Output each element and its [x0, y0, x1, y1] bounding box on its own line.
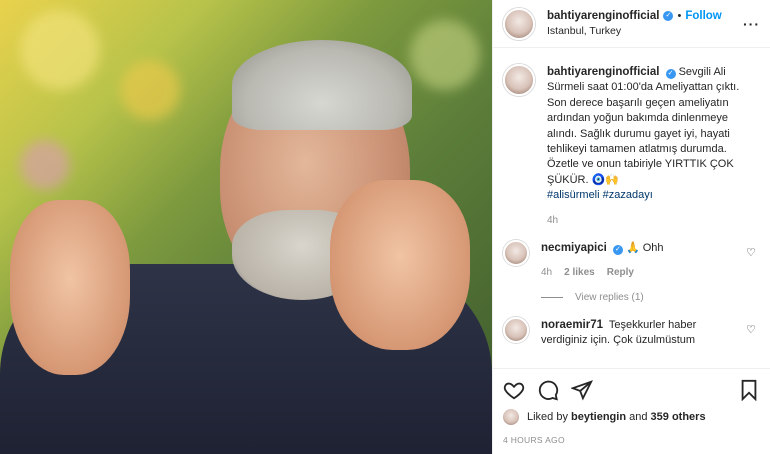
more-options-icon[interactable]: ··· — [743, 16, 760, 32]
caption-username[interactable]: bahtiyarenginofficial — [547, 66, 659, 78]
post-actions: Liked by beytiengin and 359 others 4 HOU… — [493, 368, 770, 454]
bokeh-light — [410, 20, 480, 90]
bokeh-light — [20, 10, 100, 90]
verified-badge-icon: ✓ — [665, 69, 676, 79]
post-location[interactable]: Istanbul, Turkey — [547, 24, 722, 38]
follow-button[interactable]: Follow — [685, 9, 721, 25]
commenter-username[interactable]: necmiyapici — [541, 242, 607, 254]
caption: bahtiyarenginofficial ✓ Sevgili Ali Sürm… — [503, 64, 760, 228]
liked-by-prefix: Liked by — [527, 411, 568, 423]
post-timestamp[interactable]: 4 HOURS AGO — [503, 435, 760, 445]
liked-by-row: Liked by beytiengin and 359 others — [503, 409, 760, 425]
author-username[interactable]: bahtiyarenginofficial — [547, 9, 659, 25]
liked-by-user[interactable]: beytiengin — [571, 411, 626, 423]
comment-item: necmiyapici ✓ 🙏 Ohh 4h 2 likes Reply ♡ — [503, 239, 760, 280]
liked-by-others[interactable]: 359 others — [651, 411, 706, 423]
reply-line — [541, 296, 563, 298]
verified-badge-icon: ✓ — [663, 11, 674, 22]
person-left-hand — [10, 200, 130, 375]
comment-item: noraemir71 Teşekkurler haber verdiginiz … — [503, 316, 760, 349]
reply-button[interactable]: Reply — [607, 266, 634, 280]
caption-author-avatar[interactable] — [503, 64, 535, 96]
post-side-panel: bahtiyarenginofficial ✓ • Follow Istanbu… — [492, 0, 770, 454]
save-bookmark-icon[interactable] — [738, 379, 760, 401]
caption-hashtags[interactable]: #alisürmeli #zazadayı — [547, 188, 760, 203]
verified-badge-icon: ✓ — [612, 244, 623, 255]
commenter-username[interactable]: noraemir71 — [541, 319, 603, 331]
bokeh-light — [20, 140, 70, 190]
caption-time[interactable]: 4h — [547, 214, 558, 228]
instagram-post: bahtiyarenginofficial ✓ • Follow Istanbu… — [0, 0, 770, 454]
person-right-hand — [330, 180, 470, 350]
comment-time[interactable]: 4h — [541, 266, 552, 280]
view-replies-button[interactable]: View replies (1) — [541, 292, 760, 303]
post-header: bahtiyarenginofficial ✓ • Follow Istanbu… — [493, 0, 770, 48]
like-heart-icon[interactable] — [503, 379, 525, 401]
separator-dot: • — [677, 9, 682, 22]
comment-bubble-icon[interactable] — [537, 379, 559, 401]
author-avatar[interactable] — [503, 7, 535, 40]
caption-text: Sevgili Ali Sürmeli saat 01:00'da Ameliy… — [547, 66, 740, 186]
commenter-avatar[interactable] — [503, 316, 529, 343]
share-paper-plane-icon[interactable] — [571, 379, 593, 401]
view-replies-label: View replies (1) — [575, 291, 644, 303]
liked-by-mid: and — [629, 411, 648, 423]
liker-avatar[interactable] — [503, 409, 519, 425]
bokeh-light — [120, 60, 180, 120]
author-info: bahtiyarenginofficial ✓ • Follow Istanbu… — [547, 9, 722, 39]
person-hair — [232, 40, 412, 130]
like-comment-heart-icon[interactable]: ♡ — [746, 240, 760, 280]
comment-likes[interactable]: 2 likes — [564, 266, 595, 280]
commenter-avatar[interactable] — [503, 239, 529, 266]
comments-section: bahtiyarenginofficial ✓ Sevgili Ali Sürm… — [493, 48, 770, 368]
comment-text: 🙏 Ohh — [625, 241, 664, 254]
like-comment-heart-icon[interactable]: ♡ — [746, 317, 760, 349]
post-photo[interactable] — [0, 0, 492, 454]
